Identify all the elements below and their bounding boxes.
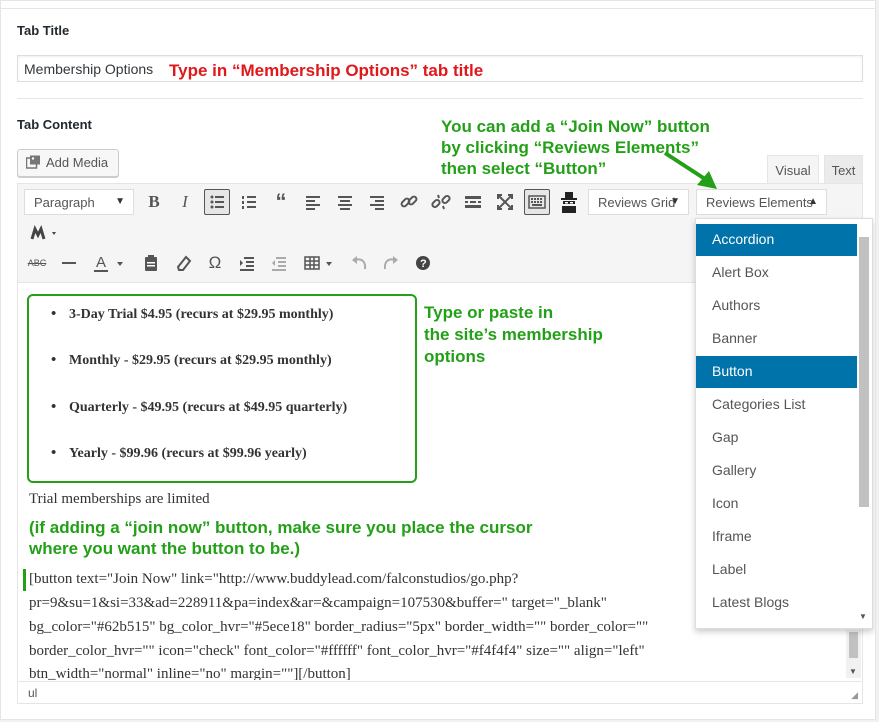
add-media-button[interactable]: Add Media [17,149,119,177]
outdent-icon[interactable] [266,250,292,276]
paste-options-annotation: Type or paste in the site’s membership o… [424,303,603,366]
italic-icon[interactable]: I [172,189,198,215]
strikethrough-icon[interactable]: ABC [24,250,50,276]
tab-title-annotation: Type in “Membership Options” tab title [169,61,484,80]
list-item: Quarterly - $49.95 (recurs at $49.95 qua… [51,399,347,416]
format-select-value: Paragraph [34,195,95,210]
add-media-label: Add Media [46,155,109,170]
align-right-icon[interactable] [364,189,390,215]
editor-scrollbar[interactable]: ▼ [846,630,861,678]
trial-note: Trial memberships are limited [29,491,210,507]
tab-editor-panel: Tab Title Membership Options Type in “Me… [0,0,876,720]
reviews-grid-label: Reviews Grid [598,195,676,210]
indent-icon[interactable] [234,250,260,276]
format-select[interactable]: Paragraph ▼ [24,189,134,215]
reviews-elements-label: Reviews Elements [706,195,813,210]
link-icon[interactable] [396,189,422,215]
paste-text-icon[interactable] [138,250,164,276]
media-icon [26,155,41,169]
dropdown-item-gallery[interactable]: Gallery [696,455,857,487]
dropdown-item-gap[interactable]: Gap [696,422,857,454]
scroll-down-icon[interactable]: ▼ [859,612,867,621]
dropdown-item-accordion[interactable]: Accordion [696,224,857,256]
section-divider [17,98,863,99]
help-icon[interactable]: ? [410,250,436,276]
tab-content-label: Tab Content [17,117,92,132]
svg-text:?: ? [420,258,427,270]
reviews-elements-dropdown: Accordion Alert Box Authors Banner Butto… [695,218,873,629]
dropdown-item-iframe[interactable]: Iframe [696,521,857,553]
element-path: ul ◢ [18,681,862,703]
toolbar-toggle-icon[interactable] [524,189,550,215]
green-arrow-icon [661,149,721,193]
resize-handle-icon[interactable]: ◢ [851,690,858,701]
blockquote-icon[interactable]: “ [268,189,294,215]
shortcode-line: pr=9&su=1&si=33&ad=228911&pa=index&ar=&c… [29,595,607,611]
clear-formatting-icon[interactable] [170,250,196,276]
dropdown-item-label[interactable]: Label [696,554,857,586]
top-divider [1,8,875,9]
dropdown-item-alert-box[interactable]: Alert Box [696,257,857,289]
spy-icon[interactable] [556,189,582,215]
chevron-down-icon: ▼ [115,196,125,207]
align-left-icon[interactable] [300,189,326,215]
bullet-list-icon[interactable] [204,189,230,215]
tab-title-label: Tab Title [17,23,70,38]
dropdown-scrollbar[interactable]: ▼ [858,233,870,621]
unlink-icon[interactable] [428,189,454,215]
shortcode-line: bg_color="#62b515" bg_color_hvr="#5ece18… [29,619,649,635]
list-item: Yearly - $99.96 (recurs at $99.96 yearly… [51,445,307,462]
scroll-down-icon[interactable]: ▼ [849,667,857,676]
fullscreen-icon[interactable] [492,189,518,215]
table-icon[interactable] [300,250,338,276]
shortcode-line: [button text="Join Now" link="http://www… [29,571,519,587]
shortcode-line: btn_width="normal" inline="no" margin=""… [29,666,351,680]
editor-scrollbar-thumb[interactable] [849,632,858,658]
list-item: 3-Day Trial $4.95 (recurs at $29.95 mont… [51,306,333,323]
dropdown-item-categories-list[interactable]: Categories List [696,389,857,421]
dropdown-scrollbar-thumb[interactable] [859,237,869,507]
chevron-down-icon: ▼ [670,196,680,207]
svg-text:A: A [96,254,106,271]
read-more-icon[interactable] [460,189,486,215]
special-character-icon[interactable]: Ω [202,250,228,276]
redo-icon[interactable] [378,250,404,276]
numbered-list-icon[interactable] [236,189,262,215]
dropdown-item-icon[interactable]: Icon [696,488,857,520]
cursor-annotation: (if adding a “join now” button, make sur… [29,518,533,558]
dropdown-item-latest-blogs[interactable]: Latest Blogs [696,587,857,619]
undo-icon[interactable] [346,250,372,276]
shortcode-icon[interactable] [28,220,64,246]
text-cursor [23,569,26,591]
tab-visual[interactable]: Visual [767,155,819,184]
text-color-icon[interactable]: A [88,250,128,276]
list-item: Monthly - $29.95 (recurs at $29.95 month… [51,352,332,369]
element-path-label: ul [28,686,38,700]
bold-icon[interactable]: B [141,189,167,215]
tab-text[interactable]: Text [824,155,863,184]
dropdown-item-banner[interactable]: Banner [696,323,857,355]
dropdown-item-authors[interactable]: Authors [696,290,857,322]
shortcode-line: border_color_hvr="" icon="check" font_co… [29,643,645,659]
chevron-up-icon: ▲ [808,196,818,207]
dropdown-item-button[interactable]: Button [696,356,857,388]
horizontal-line-icon[interactable] [56,250,82,276]
align-center-icon[interactable] [332,189,358,215]
